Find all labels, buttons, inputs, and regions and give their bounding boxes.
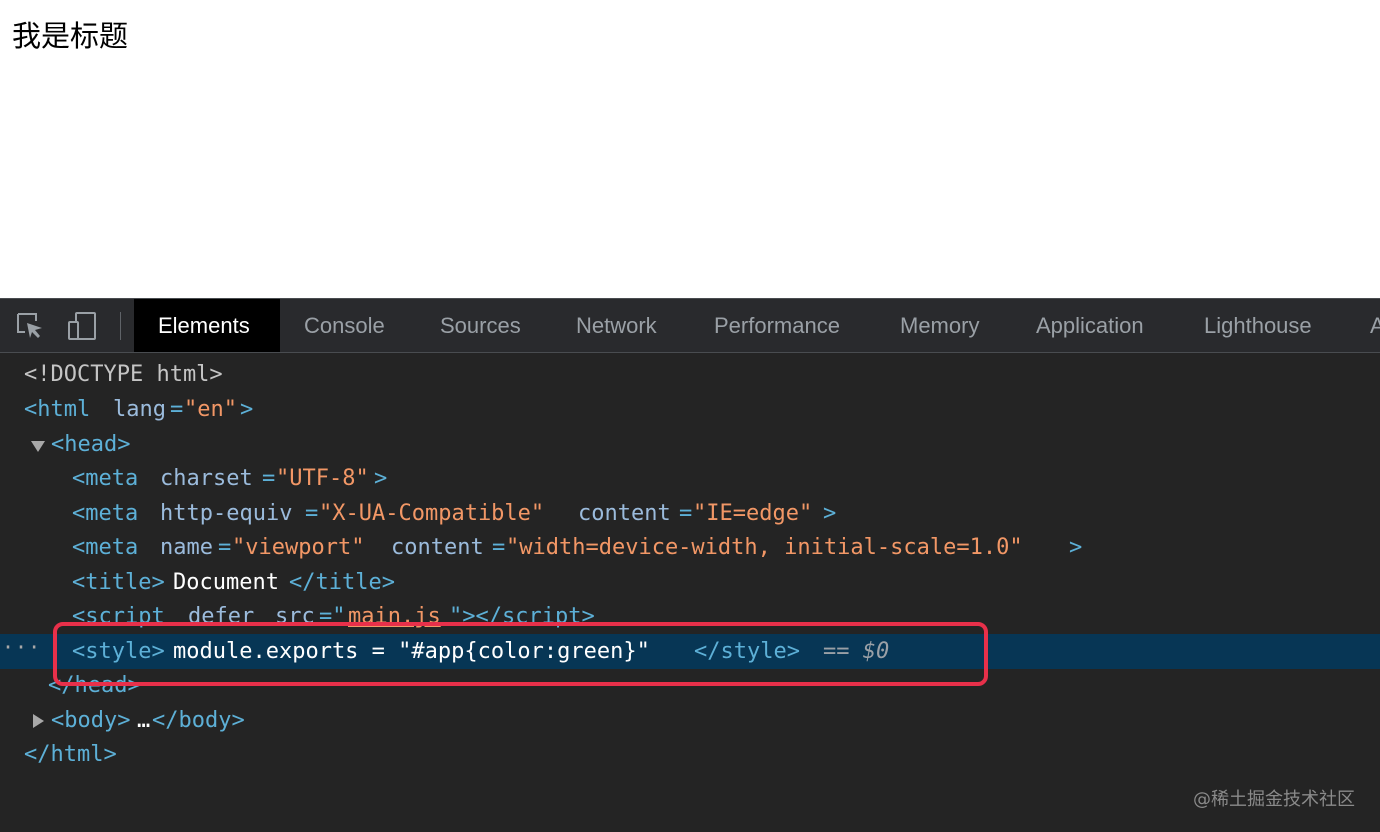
script-src-link[interactable]: main.js	[348, 599, 441, 634]
page-heading: 我是标题	[12, 19, 129, 53]
tree-row-body[interactable]: <body> … </body>	[0, 703, 1380, 738]
equals-sign: =	[170, 397, 184, 422]
tab-sources[interactable]: Sources	[416, 299, 545, 352]
html-lang-value: "en"	[184, 397, 237, 422]
meta-content-attr: content	[391, 535, 484, 560]
meta-name-value: "viewport"	[232, 535, 365, 560]
watermark: @稀土掘金技术社区	[1193, 789, 1355, 810]
tab-memory[interactable]: Memory	[876, 299, 1003, 352]
equals-sign: ="	[319, 604, 346, 629]
toolbar-separator	[120, 312, 121, 340]
tab-performance[interactable]: Performance	[690, 299, 864, 352]
tab-console[interactable]: Console	[280, 299, 409, 352]
style-close-tag: </style>	[694, 639, 800, 664]
meta-content-value: "IE=edge"	[693, 501, 813, 526]
device-toolbar-icon[interactable]	[66, 310, 98, 342]
meta-open-tag: <meta	[72, 535, 139, 560]
head-close-tag: </head>	[48, 673, 141, 698]
style-text: module.exports = "#app{color:green}"	[173, 639, 650, 664]
meta-http-equiv-value: "X-UA-Compatible"	[319, 501, 545, 526]
tag-close-bracket: >	[240, 397, 254, 422]
equals-sign: =	[492, 535, 506, 560]
tag-close-bracket: >	[1069, 535, 1083, 560]
tree-row-script[interactable]: <script defer src =" main.js "></script>	[0, 599, 1380, 634]
tree-row-doctype[interactable]: <!DOCTYPE html>	[0, 357, 1380, 392]
more-options-icon[interactable]: ···	[2, 630, 41, 665]
tree-row-html[interactable]: <html lang = "en" >	[0, 392, 1380, 427]
tree-row-meta-charset[interactable]: <meta charset = "UTF-8" >	[0, 461, 1380, 496]
script-src-attr: src	[275, 604, 315, 629]
tree-row-meta-viewport[interactable]: <meta name = "viewport" content = "width…	[0, 530, 1380, 565]
tree-row-html-close[interactable]: </html>	[0, 737, 1380, 772]
body-open-tag: <body>	[51, 708, 131, 733]
equals-sign: =	[262, 466, 276, 491]
tab-elements[interactable]: Elements	[134, 299, 280, 352]
expand-triangle-icon[interactable]	[31, 441, 45, 452]
tag-close-bracket: >	[374, 466, 388, 491]
tag-close-bracket: >	[823, 501, 837, 526]
meta-http-equiv-attr: http-equiv	[160, 501, 293, 526]
tab-lighthouse[interactable]: Lighthouse	[1180, 299, 1336, 352]
script-open-tag: <script	[72, 604, 165, 629]
title-open-tag: <title>	[72, 570, 165, 595]
inspect-element-icon[interactable]	[14, 310, 46, 342]
page-viewport: 我是标题	[0, 0, 1380, 298]
tab-network[interactable]: Network	[552, 299, 681, 352]
html-close-tag: </html>	[24, 742, 117, 767]
tree-row-head[interactable]: <head>	[0, 427, 1380, 462]
equals-sign: =	[305, 501, 319, 526]
doctype-text: <!DOCTYPE html>	[24, 362, 223, 387]
tab-overflow[interactable]: A	[1346, 299, 1380, 352]
tab-application[interactable]: Application	[1012, 299, 1168, 352]
selected-node-ref: == $0	[823, 639, 890, 664]
title-close-tag: </title>	[289, 570, 395, 595]
devtools-toolbar: Elements Console Sources Network Perform…	[0, 298, 1380, 353]
meta-charset-attr: charset	[160, 466, 253, 491]
tree-row-style-selected[interactable]: ··· <style> module.exports = "#app{color…	[0, 634, 1380, 669]
meta-content-value: "width=device-width, initial-scale=1.0"	[506, 535, 1023, 560]
meta-open-tag: <meta	[72, 501, 139, 526]
tree-row-title[interactable]: <title> Document </title>	[0, 565, 1380, 600]
html-open-tag: <html	[24, 397, 91, 422]
meta-open-tag: <meta	[72, 466, 139, 491]
body-close-tag: </body>	[152, 708, 245, 733]
body-ellipsis: …	[137, 708, 151, 733]
meta-name-attr: name	[160, 535, 213, 560]
equals-sign: =	[679, 501, 693, 526]
equals-sign: =	[218, 535, 232, 560]
style-open-tag: <style>	[72, 639, 165, 664]
script-close-tag: "></script>	[449, 604, 595, 629]
title-text: Document	[173, 570, 279, 595]
head-open-tag: <head>	[51, 432, 131, 457]
html-lang-attr: lang	[113, 397, 166, 422]
tree-row-meta-http-equiv[interactable]: <meta http-equiv = "X-UA-Compatible" con…	[0, 496, 1380, 531]
elements-tree: <!DOCTYPE html> <html lang = "en" > <hea…	[0, 354, 1380, 832]
meta-charset-value: "UTF-8"	[276, 466, 369, 491]
devtools-panel: Elements Console Sources Network Perform…	[0, 298, 1380, 832]
tree-row-head-close[interactable]: </head>	[0, 668, 1380, 703]
script-defer-attr: defer	[188, 604, 255, 629]
meta-content-attr: content	[578, 501, 671, 526]
collapsed-triangle-icon[interactable]	[33, 714, 44, 728]
